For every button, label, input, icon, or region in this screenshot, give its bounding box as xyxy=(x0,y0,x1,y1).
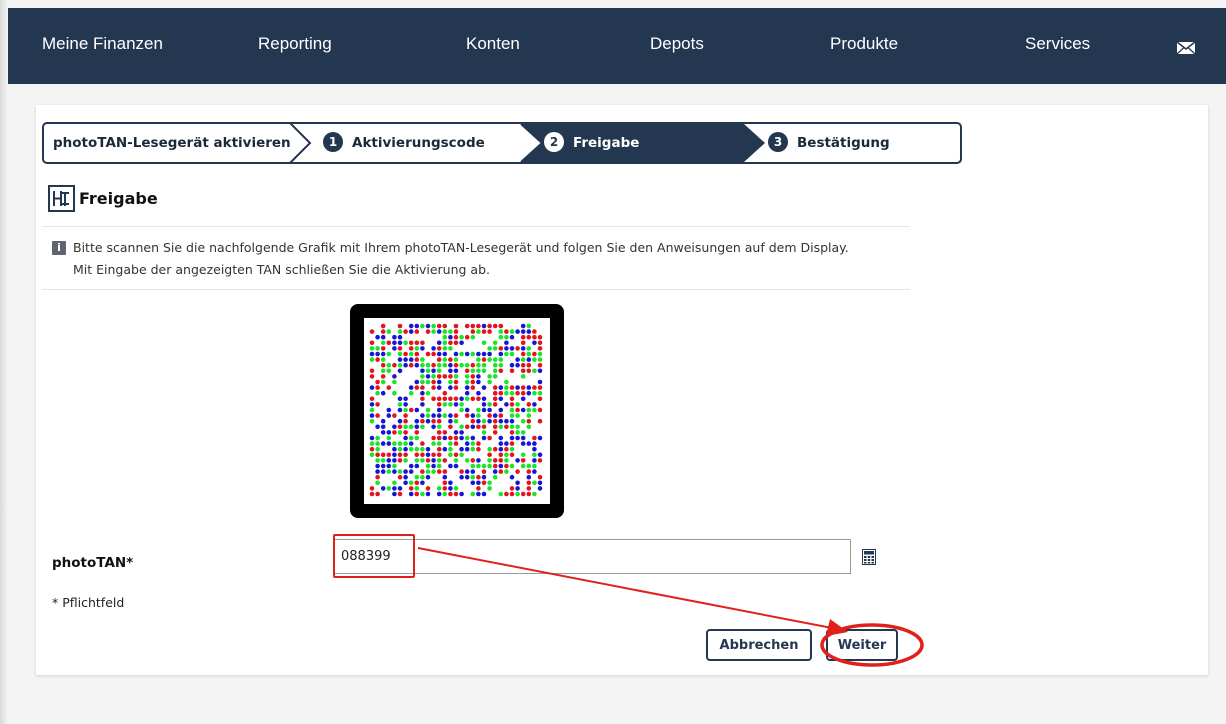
nav-meine-finanzen[interactable]: Meine Finanzen xyxy=(42,6,163,82)
step-label: Bestätigung xyxy=(797,135,890,151)
step-aktivierungscode: 1 Aktivierungscode xyxy=(323,124,485,162)
step-bestaetigung: 3 Bestätigung xyxy=(768,124,890,162)
step-number: 2 xyxy=(544,132,564,152)
phototan-input[interactable] xyxy=(334,539,851,574)
envelope-icon[interactable] xyxy=(1176,41,1196,55)
divider xyxy=(42,289,910,290)
step-label: Aktivierungscode xyxy=(352,135,485,151)
divider xyxy=(42,226,910,227)
section-heading: Freigabe xyxy=(48,181,158,215)
bank-logo-icon xyxy=(48,184,75,212)
main-card: photoTAN-Lesegerät aktivieren 1 Aktivieru… xyxy=(36,105,1208,675)
nav-produkte[interactable]: Produkte xyxy=(830,6,898,82)
calculator-icon[interactable] xyxy=(862,549,876,565)
phototan-code-area xyxy=(364,318,550,504)
nav-konten[interactable]: Konten xyxy=(466,6,520,82)
step-label: Freigabe xyxy=(573,135,640,151)
step-number: 1 xyxy=(323,132,343,152)
required-field-note: * Pflichtfeld xyxy=(52,595,125,610)
stepper: photoTAN-Lesegerät aktivieren 1 Aktivieru… xyxy=(42,122,962,164)
nav-reporting[interactable]: Reporting xyxy=(258,6,332,82)
step-phototan-aktivieren: photoTAN-Lesegerät aktivieren xyxy=(53,124,291,162)
phototan-mosaic xyxy=(369,323,543,497)
nav-depots[interactable]: Depots xyxy=(650,6,704,82)
nav-services[interactable]: Services xyxy=(1025,6,1090,82)
info-line-1: Bitte scannen Sie die nachfolgende Grafi… xyxy=(73,240,849,255)
step-freigabe-active: 2 Freigabe xyxy=(544,124,639,162)
step-number: 3 xyxy=(768,132,788,152)
phototan-graphic xyxy=(350,304,564,518)
top-navigation: Meine Finanzen Reporting Konten Depots P… xyxy=(8,8,1226,84)
window-edge-shadow xyxy=(0,0,8,724)
info-line-2: Mit Eingabe der angezeigten TAN schließe… xyxy=(73,262,490,277)
page-title: Freigabe xyxy=(79,188,158,208)
info-icon: i xyxy=(52,241,66,255)
step-label: photoTAN-Lesegerät aktivieren xyxy=(53,135,291,151)
phototan-label: photoTAN* xyxy=(52,555,134,571)
cancel-button[interactable]: Abbrechen xyxy=(706,629,812,661)
next-button[interactable]: Weiter xyxy=(826,629,898,661)
info-message: i Bitte scannen Sie die nachfolgende Gra… xyxy=(52,237,932,281)
